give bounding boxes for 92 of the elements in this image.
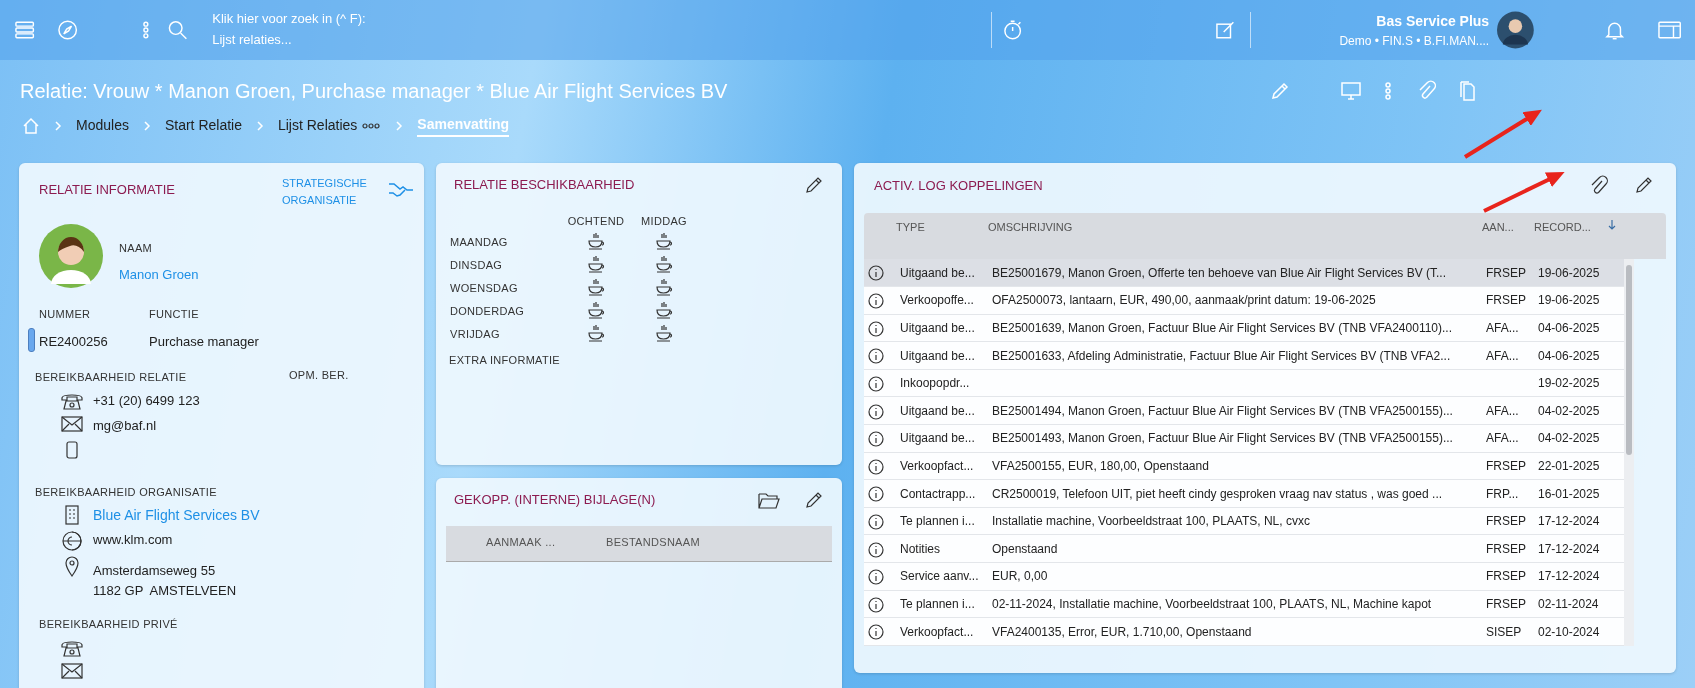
table-cell: 02-11-2024 bbox=[1538, 596, 1599, 611]
contact-text: mg@baf.nl bbox=[93, 416, 157, 435]
table-cell: Inkoopopdr... bbox=[900, 376, 970, 391]
table-cell: Openstaand bbox=[992, 541, 1058, 556]
table-cell: FRSEP bbox=[1486, 293, 1526, 308]
table-cell: AFA... bbox=[1486, 431, 1519, 446]
table-cell: Uitgaand be... bbox=[900, 321, 975, 335]
table-cell: BE25001633, Afdeling Administratie, Factuur Blue Air Flight Services BV (TNB VFA2... bbox=[992, 348, 1451, 363]
table-cell: Uitgaand be... bbox=[900, 348, 975, 363]
table-cell: Verkoopfact... bbox=[900, 624, 974, 639]
table-cell: Te plannen i... bbox=[900, 514, 975, 529]
table-cell: Notities bbox=[900, 541, 940, 556]
table-cell: 17-12-2024 bbox=[1538, 569, 1600, 584]
table-cell: 04-06-2025 bbox=[1538, 348, 1600, 363]
table-cell: Uitgaand be... bbox=[900, 403, 975, 418]
table-cell: Uitgaand be... bbox=[900, 431, 975, 446]
table-cell: 19-02-2025 bbox=[1538, 376, 1600, 391]
table-cell: CR2500019, Telefoon UIT, piet heeft cindy gesproken vraag nav status , was goed ... bbox=[992, 486, 1443, 501]
card-title: ACTIV. LOG KOPPELINGEN bbox=[874, 177, 1043, 196]
table-cell: 02-11-2024, Installatie machine, Voorbeeldstraat 100, PLAATS, NL, Machine kapot bbox=[992, 596, 1432, 611]
table-cell: Te plannen i... bbox=[900, 596, 975, 611]
page-title: Relatie: Vrouw * Manon Groen, Purchase manager * Blue Air Flight Services BV bbox=[20, 79, 729, 104]
breadcrumb-link[interactable]: Lijst Relaties bbox=[277, 115, 358, 136]
field-label: OPM. BER. bbox=[289, 368, 349, 383]
day-label: MAANDAG bbox=[450, 234, 509, 250]
table-cell: 04-02-2025 bbox=[1538, 431, 1600, 446]
field-label: FUNCTIE bbox=[149, 308, 199, 320]
column-header[interactable]: AANMAAK ... bbox=[486, 534, 606, 561]
column-header[interactable]: AAN... bbox=[1482, 219, 1514, 236]
table-cell: 16-01-2025 bbox=[1538, 486, 1600, 501]
table-cell: FRP... bbox=[1486, 486, 1519, 501]
field-label: BEREIKBAARHEID PRIVÉ bbox=[39, 618, 178, 630]
table-cell: Verkoopoffe... bbox=[900, 293, 974, 308]
table-cell: OFA2500073, lantaarn, EUR, 490,00, aanmaak/print datum: 19-06-2025 bbox=[992, 293, 1376, 308]
field-label: BEREIKBAARHEID ORGANISATIE bbox=[35, 485, 217, 498]
table-cell: Contactrapp... bbox=[900, 486, 976, 501]
card-title: RELATIE INFORMATIE bbox=[39, 181, 176, 199]
card-title: GEKOPP. (INTERNE) BIJLAGE(N) bbox=[454, 491, 656, 510]
table-cell: AFA... bbox=[1486, 348, 1519, 363]
table-cell: 19-06-2025 bbox=[1538, 293, 1600, 308]
table-cell: AFA... bbox=[1486, 403, 1519, 418]
table-cell: 17-12-2024 bbox=[1538, 514, 1600, 529]
card-title: RELATIE BESCHIKBAARHEID bbox=[454, 176, 635, 194]
table-cell: Verkoopfact... bbox=[900, 458, 974, 473]
table-cell: 19-06-2025 bbox=[1538, 265, 1600, 280]
user-name: Bas Service Plus bbox=[1376, 11, 1490, 31]
field-label: EXTRA INFORMATIE bbox=[449, 353, 560, 366]
contact-text: www.klm.com bbox=[93, 531, 173, 549]
table-cell: AFA... bbox=[1486, 321, 1519, 335]
column-header[interactable]: BESTANDSNAAM bbox=[606, 534, 806, 561]
table-cell: VFA2400135, Error, EUR, 1.710,00, Openstaand bbox=[992, 624, 1252, 639]
day-label: VRIJDAG bbox=[450, 326, 501, 342]
field-value: RE2400256 bbox=[39, 333, 108, 349]
address-line: Amsterdamseweg 55 bbox=[93, 562, 217, 580]
day-label: DINSDAG bbox=[450, 257, 504, 273]
table-cell: BE25001639, Manon Groen, Factuur Blue Air Flight Services BV (TNB VFA2400110)... bbox=[992, 321, 1452, 335]
column-header[interactable]: TYPE bbox=[896, 219, 925, 236]
table-cell: FRSEP bbox=[1486, 569, 1526, 584]
address-line: 1182 GP AMSTELVEEN bbox=[93, 581, 237, 600]
user-context: Demo • FIN.S • B.FI.MAN.... bbox=[1339, 32, 1490, 50]
table-cell: 02-10-2024 bbox=[1538, 624, 1600, 639]
table-cell: 04-02-2025 bbox=[1538, 403, 1600, 418]
table-cell: FRSEP bbox=[1486, 596, 1526, 611]
table-cell: 04-06-2025 bbox=[1538, 321, 1600, 335]
column-header: OCHTEND bbox=[567, 215, 625, 227]
table-cell: 22-01-2025 bbox=[1538, 458, 1600, 473]
breadcrumb-link[interactable]: Modules bbox=[76, 115, 129, 136]
table-cell: VFA2500155, EUR, 180,00, Openstaand bbox=[992, 458, 1209, 473]
column-header[interactable]: OMSCHRIJVING bbox=[988, 219, 1073, 236]
day-label: DONDERDAG bbox=[450, 303, 526, 319]
day-label: WOENSDAG bbox=[450, 280, 519, 296]
table-cell: Uitgaand be... bbox=[900, 265, 975, 280]
column-header: MIDDAG bbox=[641, 215, 687, 227]
table-cell: FRSEP bbox=[1486, 458, 1526, 473]
table-cell: SISEP bbox=[1486, 624, 1522, 639]
table-cell: BE25001494, Manon Groen, Factuur Blue Air Flight Services BV (TNB VFA2500155)... bbox=[992, 403, 1453, 418]
table-cell: Service aanv... bbox=[900, 569, 979, 584]
table-cell: FRSEP bbox=[1486, 514, 1526, 529]
field-label: NAAM bbox=[119, 241, 153, 256]
field-label: BEREIKBAARHEID RELATIE bbox=[35, 371, 187, 383]
contact-text: +31 (20) 6499 123 bbox=[93, 391, 200, 410]
table-cell: BE25001493, Manon Groen, Factuur Blue Air Flight Services BV (TNB VFA2500155)... bbox=[992, 431, 1453, 446]
field-label: NUMMER bbox=[39, 308, 91, 320]
table-cell: EUR, 0,00 bbox=[992, 569, 1048, 584]
breadcrumb-link[interactable]: Start Relatie bbox=[164, 115, 242, 136]
table-cell: 17-12-2024 bbox=[1538, 541, 1600, 556]
table-cell: FRSEP bbox=[1486, 541, 1526, 556]
column-header[interactable]: RECORD... bbox=[1534, 219, 1591, 236]
field-value: Purchase manager bbox=[149, 333, 259, 349]
table-cell: BE25001679, Manon Groen, Offerte ten behoeve van Blue Air Flight Services BV (T... bbox=[992, 265, 1447, 280]
table-cell: Installatie machine, Voorbeeldstraat 100, PLAATS, NL, cvxc bbox=[992, 514, 1310, 529]
table-cell: FRSEP bbox=[1486, 265, 1526, 280]
